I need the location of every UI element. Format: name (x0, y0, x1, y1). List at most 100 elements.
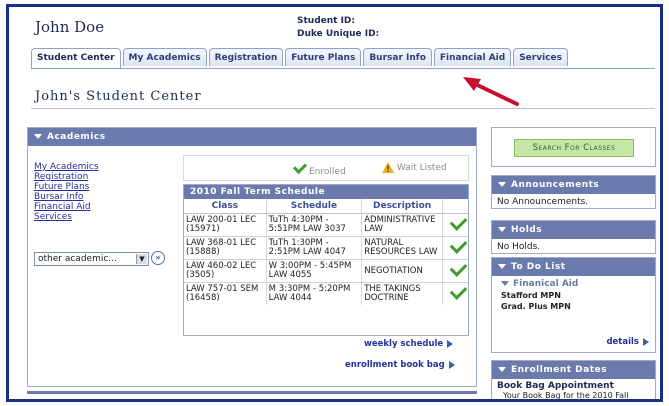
search-box: Search For Classes (491, 127, 656, 167)
student-ids: Student ID: Duke Unique ID: (297, 15, 379, 41)
table-row: LAW 757-01 SEM (16458) M 3:30PM - 5:20PM… (184, 282, 469, 306)
cell-schedule: TuTh 4:30PM - 5:51PM LAW 3037 (266, 213, 363, 237)
academics-footer-bar (27, 391, 477, 394)
cell-class: LAW 200-01 LEC (15971) (184, 213, 267, 237)
link-financial-aid[interactable]: Financial Aid (34, 202, 99, 212)
col-schedule: Schedule (266, 199, 363, 214)
enrolled-legend: Enrolled (292, 159, 346, 177)
todo-group[interactable]: Finanical Aid (501, 278, 650, 290)
cell-schedule: TuTh 1:30PM - 2:51PM LAW 4047 (266, 236, 363, 260)
tab-registration[interactable]: Registration (208, 48, 284, 66)
schedule-header: 2010 Fall Term Schedule (184, 185, 468, 199)
status-legend: Enrolled Wait Listed (183, 155, 469, 181)
academics-links: My Academics Registration Future Plans B… (34, 162, 99, 222)
col-description: Description (361, 199, 443, 214)
tab-bar: Student Center My Academics Registration… (31, 48, 570, 70)
todo-item[interactable]: Grad. Plus MPN (501, 301, 650, 312)
academics-header[interactable]: Academics (28, 128, 476, 146)
expand-triangle-icon (501, 281, 509, 286)
weekly-schedule-label: weekly schedule (364, 339, 444, 349)
cell-class: LAW 460-02 LEC (3505) (184, 259, 267, 283)
enrolled-check-icon (292, 159, 308, 175)
cell-class: LAW 368-01 LEC (15888) (184, 236, 267, 260)
cell-description: NATURAL RESOURCES LAW (361, 236, 443, 260)
enrolled-check-icon (449, 259, 468, 277)
enrolled-check-icon (449, 213, 468, 231)
collapse-triangle-icon (498, 264, 506, 269)
tab-bursar-info[interactable]: Bursar Info (363, 48, 432, 66)
collapse-triangle-icon (498, 182, 506, 187)
holds-panel: Holds No Holds. (491, 220, 656, 254)
details-link[interactable]: details (606, 337, 649, 347)
tab-student-center[interactable]: Student Center (31, 48, 121, 68)
cell-description: NEGOTIATION (361, 259, 443, 283)
enrollment-dates-header-label: Enrollment Dates (511, 365, 607, 375)
cell-schedule: W 3:00PM - 5:45PM LAW 4055 (266, 259, 363, 283)
cell-class: LAW 757-01 SEM (16458) (184, 282, 267, 305)
details-label: details (606, 337, 639, 347)
collapse-triangle-icon (498, 227, 506, 232)
col-status (442, 199, 468, 214)
tab-future-plans[interactable]: Future Plans (285, 48, 362, 66)
waitlisted-legend: Wait Listed (382, 162, 447, 173)
announcements-text: No Announcements. (497, 197, 589, 207)
table-row: LAW 200-01 LEC (15971) TuTh 4:30PM - 5:5… (184, 213, 468, 237)
cell-schedule: M 3:30PM - 5:20PM LAW 4044 (266, 282, 363, 305)
table-row: LAW 368-01 LEC (15888) TuTh 1:30PM - 2:5… (184, 236, 468, 260)
todo-body: Finanical Aid Stafford MPN Grad. Plus MP… (492, 276, 655, 314)
warning-triangle-icon (382, 162, 394, 173)
book-bag-label: enrollment book bag (345, 360, 445, 370)
tab-my-academics[interactable]: My Academics (122, 48, 207, 66)
select-value: other academic... (38, 254, 117, 264)
student-id-label: Student ID: (297, 16, 355, 26)
announcements-panel: Announcements No Announcements. (491, 175, 656, 209)
book-bag-appointment: Book Bag Appointment (497, 381, 614, 391)
link-future-plans[interactable]: Future Plans (34, 182, 99, 192)
table-row: LAW 460-02 LEC (3505) W 3:00PM - 5:45PM … (184, 259, 468, 283)
search-for-classes-button[interactable]: Search For Classes (514, 139, 634, 157)
enrolled-label: Enrolled (309, 167, 346, 177)
book-bag-text: Your Book Bag for the 2010 Fall (503, 391, 629, 400)
tab-financial-aid[interactable]: Financial Aid (433, 48, 512, 66)
duke-id-label: Duke Unique ID: (297, 29, 380, 39)
todo-panel: To Do List Finanical Aid Stafford MPN Gr… (491, 257, 656, 353)
enrollment-dates-header[interactable]: Enrollment Dates (492, 361, 655, 379)
holds-header[interactable]: Holds (492, 221, 655, 239)
waitlisted-label: Wait Listed (396, 163, 447, 173)
academics-panel: Academics My Academics Registration Futu… (27, 127, 477, 387)
student-name: John Doe (35, 18, 105, 36)
page-title: John's Student Center (35, 89, 202, 104)
link-registration[interactable]: Registration (34, 172, 99, 182)
page-frame: John Doe Student ID: Duke Unique ID: Stu… (6, 4, 663, 402)
go-button[interactable]: » (151, 251, 165, 265)
title-underline (31, 108, 655, 109)
link-bursar-info[interactable]: Bursar Info (34, 192, 99, 202)
cell-description: THE TAKINGS DOCTRINE (361, 282, 443, 305)
cell-status (442, 213, 468, 237)
collapse-triangle-icon (34, 134, 42, 139)
weekly-schedule-link[interactable]: weekly schedule (364, 339, 454, 349)
cell-status (443, 282, 469, 306)
cell-description: ADMINISTRATIVE LAW (361, 213, 443, 237)
link-my-academics[interactable]: My Academics (34, 162, 99, 172)
red-arrow-icon (463, 77, 519, 106)
play-arrow-icon (447, 339, 454, 348)
academics-header-label: Academics (47, 132, 106, 142)
tab-services[interactable]: Services (513, 48, 568, 66)
schedule-grid: Class Schedule Description LAW 200-01 LE… (184, 199, 468, 305)
enrollment-dates-body: Book Bag Appointment Your Book Bag for t… (492, 379, 655, 400)
announcements-header[interactable]: Announcements (492, 176, 655, 194)
todo-group-label: Finanical Aid (513, 279, 579, 289)
tab-underline (31, 68, 655, 69)
todo-item[interactable]: Stafford MPN (501, 290, 650, 301)
collapse-triangle-icon (498, 367, 506, 372)
enrolled-check-icon (449, 282, 468, 300)
holds-text: No Holds. (497, 242, 541, 252)
holds-header-label: Holds (511, 225, 543, 235)
todo-header[interactable]: To Do List (492, 258, 655, 276)
enrollment-book-bag-link[interactable]: enrollment book bag (345, 360, 455, 370)
todo-header-label: To Do List (511, 262, 566, 272)
enrolled-check-icon (449, 236, 468, 254)
link-services[interactable]: Services (34, 212, 99, 222)
other-academic-select[interactable]: other academic... ▼ (34, 252, 149, 266)
